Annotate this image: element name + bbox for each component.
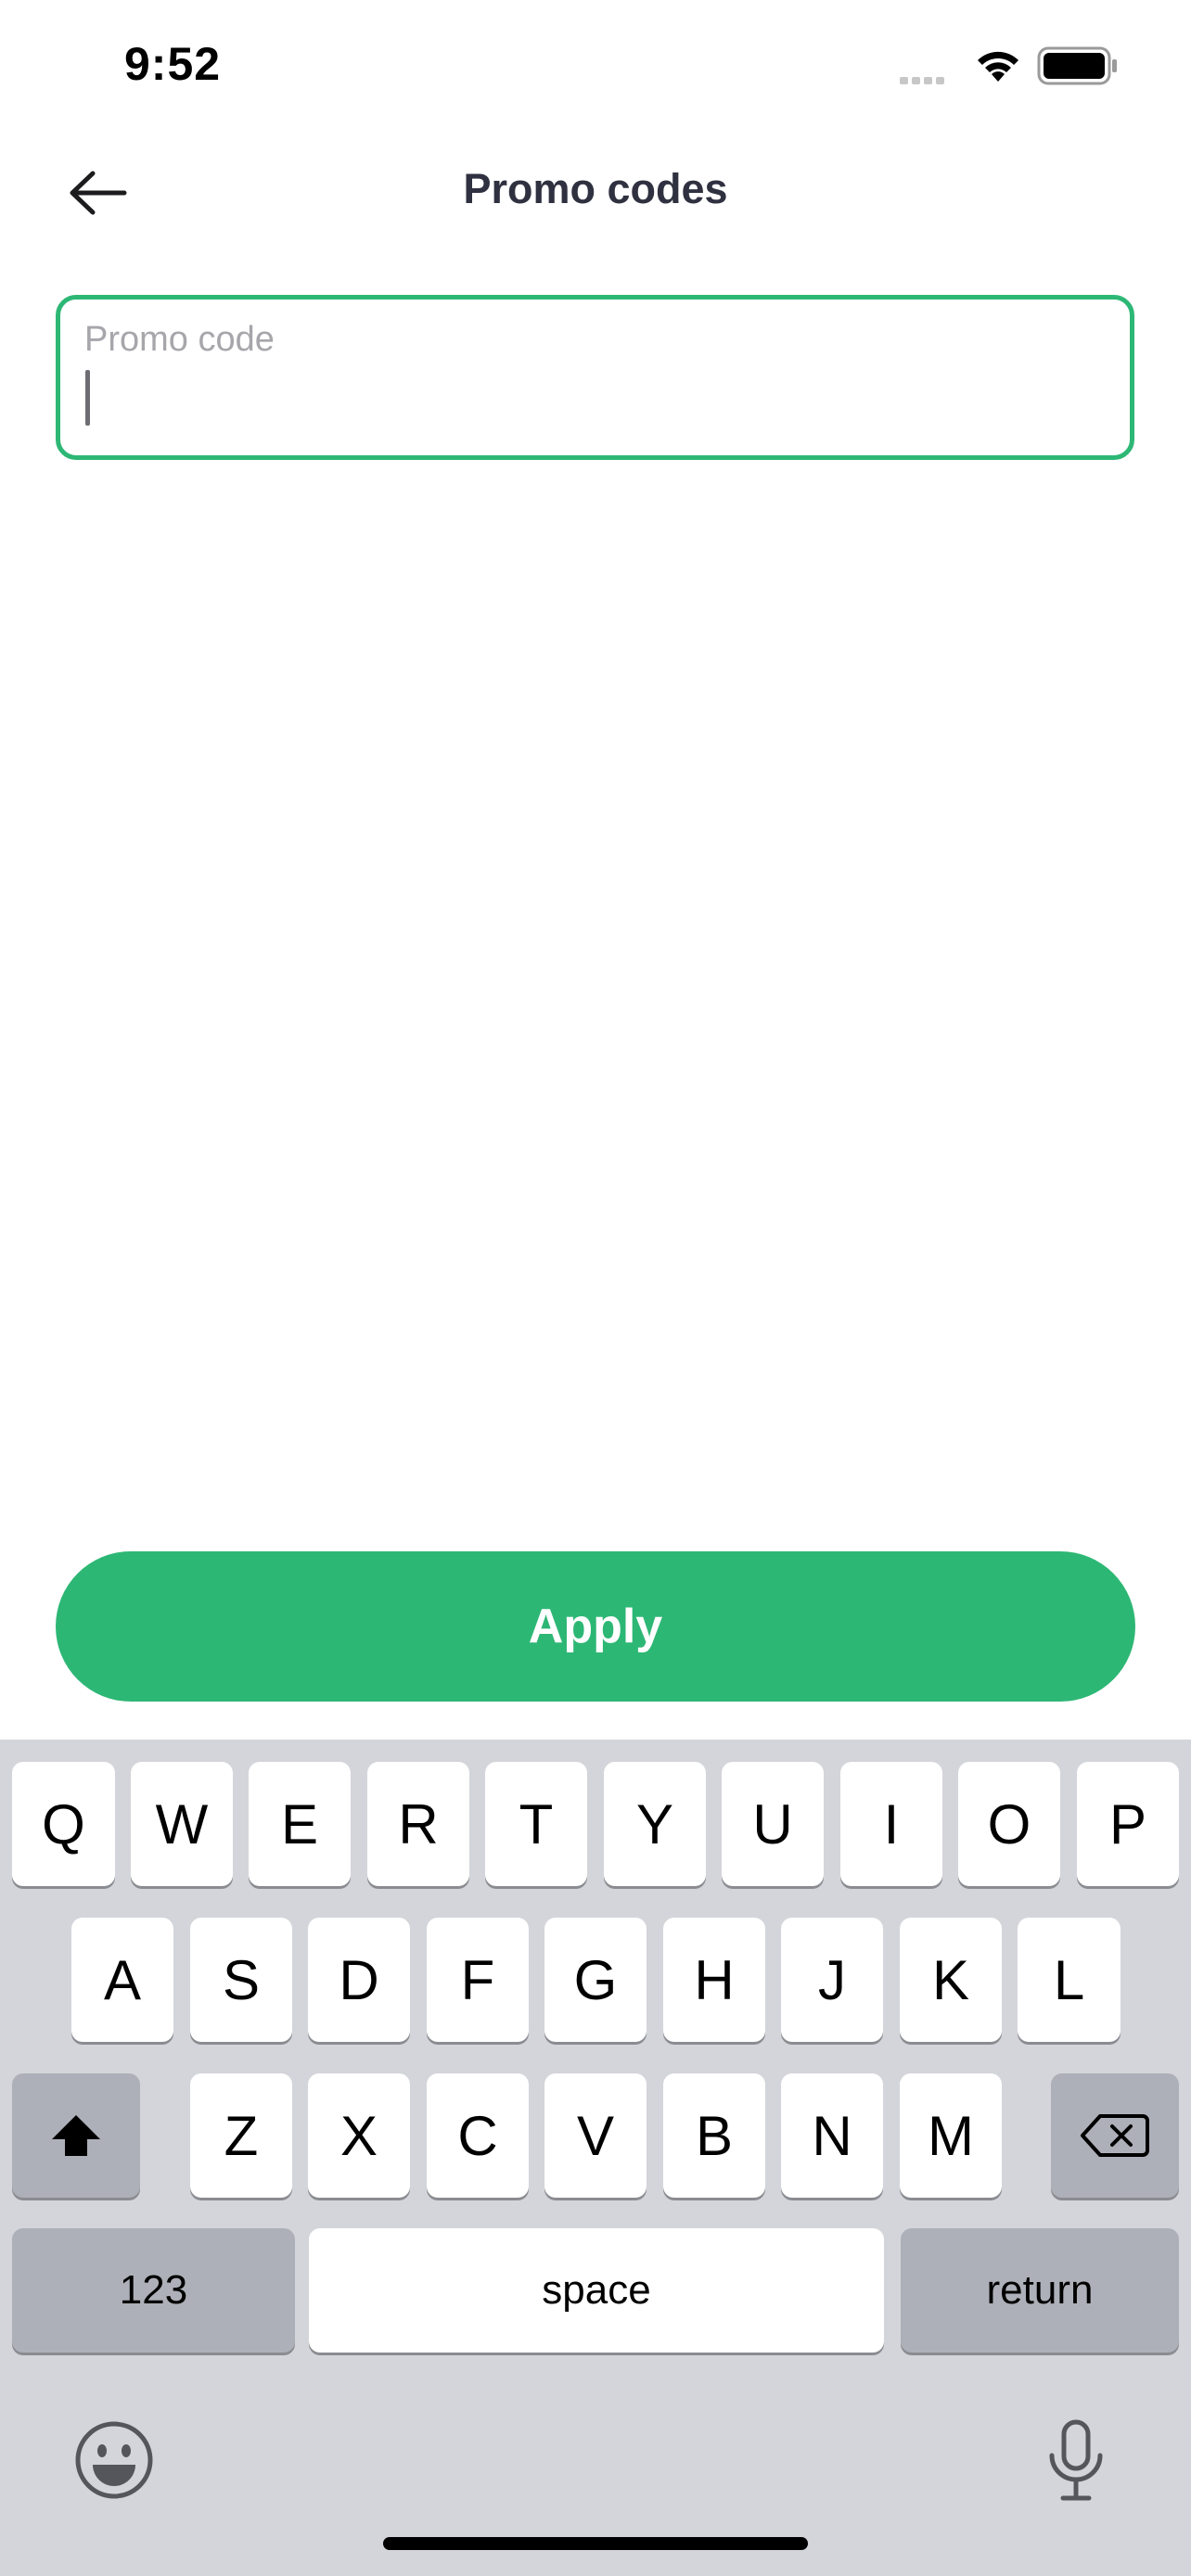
key-s[interactable]: S xyxy=(190,1918,292,2042)
key-x[interactable]: X xyxy=(308,2073,410,2198)
key-k[interactable]: K xyxy=(900,1918,1002,2042)
key-m[interactable]: M xyxy=(900,2073,1002,2198)
key-i[interactable]: I xyxy=(840,1762,942,1886)
key-n[interactable]: N xyxy=(781,2073,883,2198)
key-b[interactable]: B xyxy=(663,2073,765,2198)
key-e[interactable]: E xyxy=(249,1762,351,1886)
key-c[interactable]: C xyxy=(427,2073,529,2198)
battery-icon xyxy=(1037,46,1119,90)
key-y[interactable]: Y xyxy=(604,1762,706,1886)
delete-icon xyxy=(1081,2114,1149,2157)
key-l[interactable]: L xyxy=(1018,1918,1121,2042)
key-t[interactable]: T xyxy=(485,1762,587,1886)
shift-key[interactable] xyxy=(12,2073,140,2198)
cellular-signal-icon xyxy=(900,72,948,89)
wifi-icon xyxy=(974,46,1022,88)
apply-button[interactable]: Apply xyxy=(56,1551,1135,1702)
key-r[interactable]: R xyxy=(367,1762,469,1886)
emoji-key[interactable] xyxy=(74,2420,154,2505)
space-key[interactable]: space xyxy=(309,2228,884,2353)
key-h[interactable]: H xyxy=(663,1918,765,2042)
home-indicator[interactable] xyxy=(383,2537,808,2550)
promo-code-input[interactable] xyxy=(81,366,1101,431)
emoji-icon xyxy=(75,2421,153,2499)
key-p[interactable]: P xyxy=(1077,1762,1179,1886)
key-q[interactable]: Q xyxy=(12,1762,115,1886)
numbers-key[interactable]: 123 xyxy=(12,2228,295,2353)
onscreen-keyboard: Q W E R T Y U I O P A S D F G H J K L Z … xyxy=(0,1740,1191,2576)
key-j[interactable]: J xyxy=(781,1918,883,2042)
page-title: Promo codes xyxy=(463,165,728,212)
dictation-key[interactable] xyxy=(1046,2418,1106,2506)
key-d[interactable]: D xyxy=(308,1918,410,2042)
return-key[interactable]: return xyxy=(901,2228,1179,2353)
key-w[interactable]: W xyxy=(131,1762,233,1886)
key-v[interactable]: V xyxy=(544,2073,647,2198)
text-cursor xyxy=(85,370,90,426)
key-z[interactable]: Z xyxy=(190,2073,292,2198)
key-f[interactable]: F xyxy=(427,1918,529,2042)
promo-code-label: Promo code xyxy=(84,320,275,359)
promo-code-field[interactable]: Promo code xyxy=(56,295,1134,460)
status-time: 9:52 xyxy=(124,38,222,90)
promo-codes-screen: 9:52 Promo codes Promo code Apply Q W E … xyxy=(0,0,1191,2576)
delete-key[interactable] xyxy=(1051,2073,1179,2198)
key-o[interactable]: O xyxy=(958,1762,1060,1886)
microphone-icon xyxy=(1049,2419,1103,2501)
key-u[interactable]: U xyxy=(722,1762,824,1886)
key-g[interactable]: G xyxy=(544,1918,647,2042)
shift-icon xyxy=(52,2115,100,2156)
key-a[interactable]: A xyxy=(71,1918,173,2042)
